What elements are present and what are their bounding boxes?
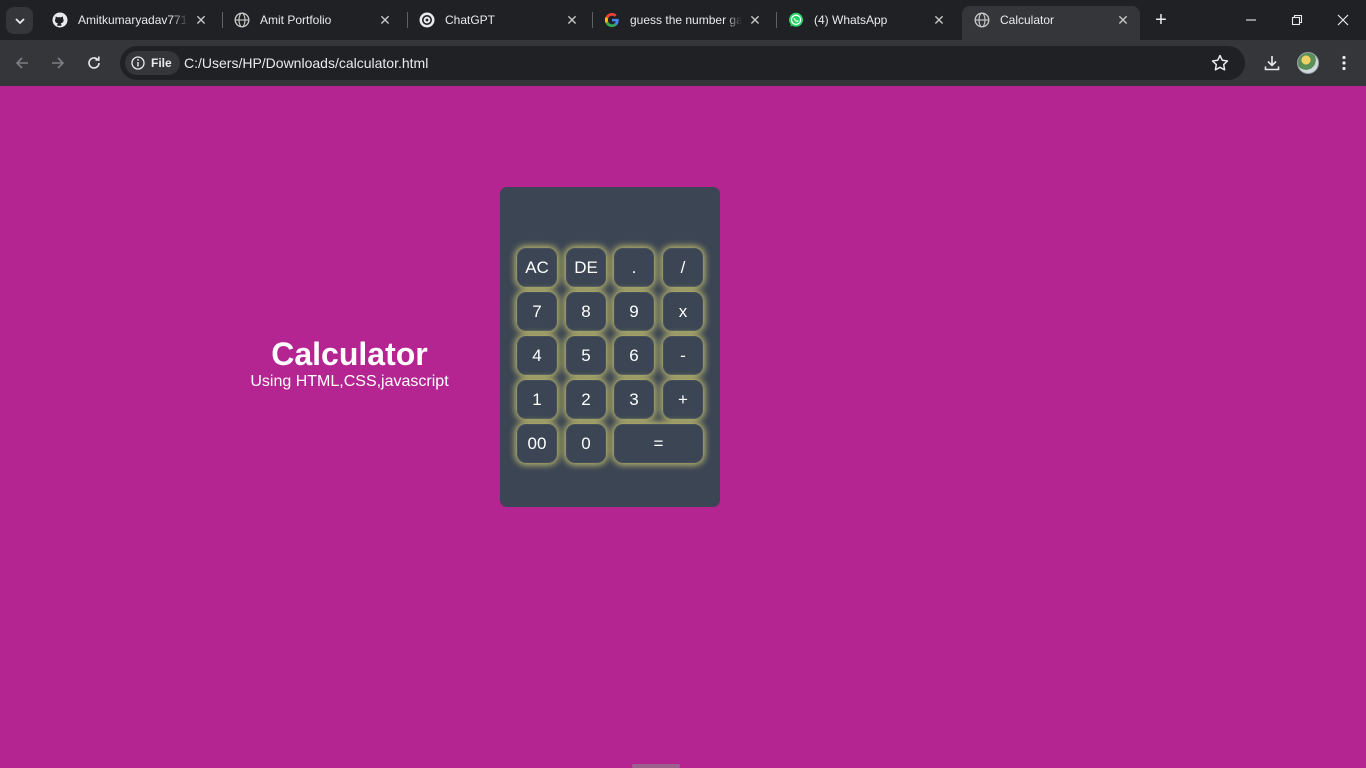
key-5[interactable]: 5 <box>566 336 606 375</box>
tab-amit-portfolio[interactable]: Amit Portfolio ✕ <box>222 6 402 34</box>
download-icon <box>1264 56 1280 71</box>
key-delete[interactable]: DE <box>566 248 606 287</box>
menu-button[interactable] <box>1329 48 1359 78</box>
avatar <box>1297 52 1319 74</box>
close-icon[interactable]: ✕ <box>930 11 948 29</box>
key-3[interactable]: 3 <box>614 380 654 419</box>
tab-calculator[interactable]: Calculator ✕ <box>962 6 1140 40</box>
more-vertical-icon <box>1342 55 1346 71</box>
window-close-button[interactable] <box>1320 0 1366 40</box>
key-4[interactable]: 4 <box>517 336 557 375</box>
reload-icon <box>88 56 100 69</box>
key-equals[interactable]: = <box>614 424 703 463</box>
tab-strip: Amitkumaryadav7714 ✕ Amit Portfolio ✕ Ch… <box>0 0 1366 40</box>
browser-toolbar: File C:/Users/HP/Downloads/calculator.ht… <box>0 40 1366 86</box>
restore-button[interactable] <box>1274 0 1320 40</box>
key-1[interactable]: 1 <box>517 380 557 419</box>
page-viewport: Calculator Using HTML,CSS,javascript AC … <box>0 86 1366 768</box>
key-all-clear[interactable]: AC <box>517 248 557 287</box>
key-multiply[interactable]: x <box>663 292 703 331</box>
page-heading-block: Calculator Using HTML,CSS,javascript <box>222 336 477 392</box>
site-info-chip[interactable]: File <box>125 51 180 75</box>
calculator-panel: AC DE . / 7 8 9 x 4 5 6 - 1 2 3 + 00 0 = <box>500 187 720 507</box>
tab-title: (4) WhatsApp <box>814 13 888 27</box>
site-info-label: File <box>151 56 172 70</box>
key-subtract[interactable]: - <box>663 336 703 375</box>
bookmark-star-icon[interactable] <box>1210 53 1230 73</box>
key-2[interactable]: 2 <box>566 380 606 419</box>
close-icon[interactable]: ✕ <box>1114 11 1132 29</box>
minimize-icon <box>1246 19 1256 21</box>
key-0[interactable]: 0 <box>566 424 606 463</box>
tab-title: Amit Portfolio <box>260 13 332 27</box>
key-add[interactable]: + <box>663 380 703 419</box>
address-bar[interactable]: File C:/Users/HP/Downloads/calculator.ht… <box>120 46 1245 80</box>
close-icon[interactable]: ✕ <box>376 11 394 29</box>
tab-title: Amitkumaryadav7714 <box>78 13 188 27</box>
downloads-button[interactable] <box>1257 48 1287 78</box>
page-subtitle: Using HTML,CSS,javascript <box>250 373 449 390</box>
back-arrow-icon <box>15 57 28 69</box>
key-7[interactable]: 7 <box>517 292 557 331</box>
chevron-down-icon <box>14 17 25 24</box>
forward-button[interactable] <box>43 48 73 78</box>
horizontal-scrollbar[interactable] <box>632 764 680 768</box>
calculator-display[interactable] <box>516 201 704 241</box>
back-button[interactable] <box>7 48 37 78</box>
github-icon <box>52 12 68 28</box>
close-icon[interactable]: ✕ <box>746 11 764 29</box>
tab-github[interactable]: Amitkumaryadav7714 ✕ <box>40 6 218 34</box>
globe-icon <box>234 12 250 28</box>
url-text[interactable]: C:/Users/HP/Downloads/calculator.html <box>184 55 428 71</box>
new-tab-button[interactable]: + <box>1150 9 1172 31</box>
tab-chatgpt[interactable]: ChatGPT ✕ <box>407 6 589 34</box>
close-icon[interactable]: ✕ <box>192 11 210 29</box>
close-icon <box>1337 14 1349 26</box>
tab-google-search[interactable]: guess the number game ✕ <box>592 6 772 34</box>
tab-title: Calculator <box>1000 13 1055 27</box>
key-8[interactable]: 8 <box>566 292 606 331</box>
minimize-button[interactable] <box>1228 0 1274 40</box>
close-icon[interactable]: ✕ <box>563 11 581 29</box>
key-decimal[interactable]: . <box>614 248 654 287</box>
globe-icon <box>974 12 990 28</box>
forward-arrow-icon <box>52 57 65 69</box>
key-divide[interactable]: / <box>663 248 703 287</box>
google-icon <box>604 12 620 28</box>
key-double-zero[interactable]: 00 <box>517 424 557 463</box>
tab-whatsapp[interactable]: (4) WhatsApp ✕ <box>776 6 956 34</box>
tab-title: guess the number game <box>630 13 742 27</box>
whatsapp-icon <box>788 12 804 28</box>
tab-title: ChatGPT <box>445 13 496 27</box>
key-9[interactable]: 9 <box>614 292 654 331</box>
reload-button[interactable] <box>79 48 109 78</box>
tab-search-button[interactable] <box>6 7 33 34</box>
restore-icon <box>1291 14 1303 26</box>
info-icon <box>131 56 145 70</box>
profile-button[interactable] <box>1293 48 1323 78</box>
key-6[interactable]: 6 <box>614 336 654 375</box>
chatgpt-icon <box>419 12 435 28</box>
page-title: Calculator <box>271 336 428 372</box>
